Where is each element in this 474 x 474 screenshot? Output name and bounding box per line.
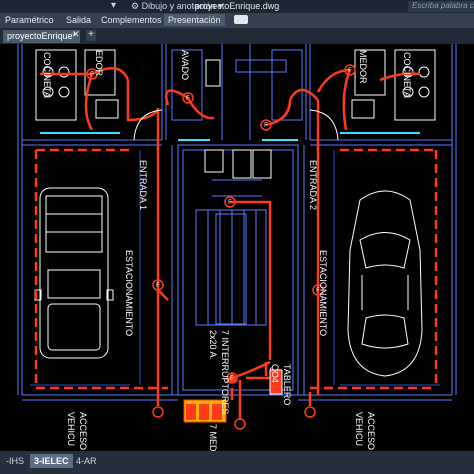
search-input[interactable]: Escriba palabra clave — [408, 1, 474, 12]
tab-complementos[interactable]: Complementos — [101, 15, 162, 25]
new-tab-plus-icon[interactable]: + — [86, 30, 96, 41]
ribbon-tabs: Paramétrico Salida Complementos Presenta… — [0, 13, 474, 28]
svg-text:F: F — [90, 72, 94, 78]
label-interruptores: 7 INTERRUPTORES — [220, 330, 230, 414]
label-cocineta-right: COCINETA — [402, 52, 412, 98]
wiring-dashed — [34, 148, 438, 390]
svg-text:F: F — [228, 200, 232, 206]
label-medidor: 7 MEDIDOR — [208, 424, 218, 451]
room-labels: COCINETA COCINETA EDOR MEDOR AVADO ENTRA… — [42, 50, 412, 451]
layout-tabs: -IHS 3-IELEC 4-AR — [0, 451, 474, 474]
ribbon-minimize-toggle-icon[interactable] — [234, 15, 248, 24]
svg-text:F: F — [264, 123, 268, 129]
tab-presentacion[interactable]: Presentación — [164, 14, 225, 26]
label-estacionamiento-left: ESTACIONAMIENTO — [124, 250, 134, 336]
cad-window: ▾ ⚙ Dibujo y anotación ▾ proyectoEnrique… — [0, 0, 474, 474]
label-tablero-q: QO4 — [270, 364, 280, 383]
svg-text:F: F — [156, 283, 160, 289]
label-comedor-left: EDOR — [94, 50, 104, 77]
title-bar: ▾ ⚙ Dibujo y anotación ▾ proyectoEnrique… — [0, 0, 474, 13]
car-left — [34, 187, 114, 359]
quick-access-dropdown-icon[interactable]: ▾ — [111, 0, 116, 11]
layout-tab-ielec[interactable]: 3-IELEC — [30, 454, 73, 468]
label-vehicular-right: VEHICU — [354, 412, 364, 446]
label-tablero: TABLERO — [282, 364, 292, 405]
car-right — [347, 190, 423, 377]
walls — [17, 44, 457, 401]
label-amps: 2x20 A. — [208, 330, 218, 360]
label-entrada-2: ENTRADA 2 — [308, 160, 318, 210]
svg-text:F: F — [348, 68, 352, 74]
close-icon[interactable]: ✕ — [72, 29, 80, 40]
door-swings — [133, 109, 339, 141]
tab-salida[interactable]: Salida — [66, 15, 91, 25]
document-tabs: proyectoEnrique* ✕ + — [0, 28, 474, 44]
window-title: proyectoEnrique.dwg — [194, 1, 280, 11]
label-lavado: AVADO — [180, 50, 190, 80]
furniture — [34, 49, 436, 377]
layout-tab-ihs[interactable]: -IHS — [2, 454, 28, 468]
label-cocineta-left: COCINETA — [42, 52, 52, 98]
tab-parametrico[interactable]: Paramétrico — [5, 15, 54, 25]
svg-text:F: F — [186, 96, 190, 102]
label-entrada-1: ENTRADA 1 — [138, 160, 148, 210]
label-acceso-right: ACCESO — [366, 412, 376, 450]
layout-tab-ar[interactable]: 4-AR — [72, 454, 101, 468]
label-comedor-right: MEDOR — [358, 50, 368, 84]
label-vehicular-left: VEHICU — [66, 412, 76, 446]
drawing-canvas[interactable]: F F F F F F F F COCINETA COCINETA EDOR M… — [0, 44, 474, 451]
window-sills — [40, 132, 420, 141]
label-acceso-left: ACCESO — [78, 412, 88, 450]
label-estacionamiento-right: ESTACIONAMIENTO — [318, 250, 328, 336]
doc-tab-proyecto[interactable]: proyectoEnrique* — [3, 30, 81, 43]
floor-plan-drawing: F F F F F F F F COCINETA COCINETA EDOR M… — [17, 44, 457, 451]
